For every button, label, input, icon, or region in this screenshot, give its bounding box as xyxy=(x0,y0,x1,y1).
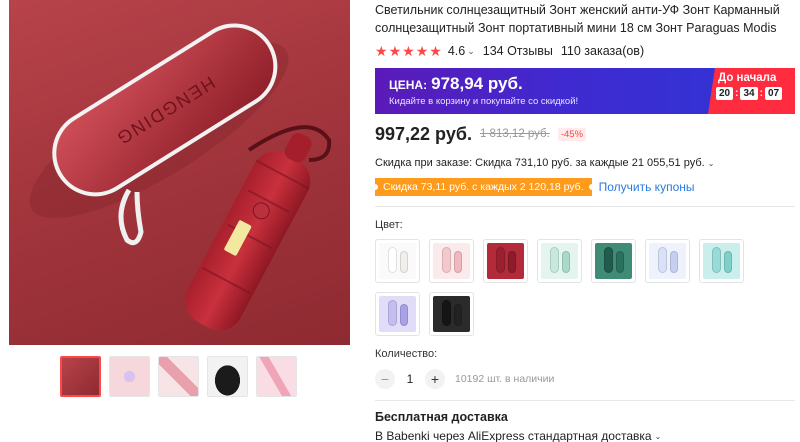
coupon-tag: Скидка 73,11 руб. с каждых 2 120,18 руб. xyxy=(375,178,592,196)
main-product-image[interactable]: HENGDING xyxy=(9,0,350,345)
umbrella-case-shape xyxy=(712,247,721,273)
umbrella-shape xyxy=(508,251,516,273)
current-price: 997,22 руб. xyxy=(375,123,472,144)
thumbnail-4-image xyxy=(208,357,247,396)
order-discount[interactable]: Скидка при заказе: Скидка 731,10 руб. за… xyxy=(375,157,795,169)
price-row: 997,22 руб. 1 813,12 руб. -45% xyxy=(375,123,795,145)
color-swatch-2[interactable] xyxy=(429,239,474,283)
star-icon: ★ xyxy=(402,43,415,59)
color-swatch-4[interactable] xyxy=(537,239,582,283)
color-swatch-5[interactable] xyxy=(591,239,636,283)
star-icon: ★ xyxy=(415,43,429,59)
umbrella-shape xyxy=(454,304,462,326)
chevron-down-icon: ⌄ xyxy=(654,431,662,441)
timer-hours: 20 xyxy=(716,87,734,100)
thumbnail-3-image xyxy=(159,357,198,396)
reviews-link[interactable]: 134 Отзывы xyxy=(483,44,553,58)
quantity-value[interactable]: 1 xyxy=(401,372,419,386)
rating-value[interactable]: 4.6 xyxy=(448,44,465,58)
delivery-title: Бесплатная доставка xyxy=(375,410,508,424)
color-swatch-image xyxy=(595,243,632,279)
color-swatches xyxy=(375,239,755,336)
delivery-subtitle: В Babenki через AliExpress стандартная д… xyxy=(375,429,652,442)
chevron-down-icon: ⌄ xyxy=(707,158,715,168)
umbrella-case-shape xyxy=(604,247,613,273)
product-title: Светильник солнцезащитный Зонт женский а… xyxy=(375,3,780,35)
umbrella-shape xyxy=(454,251,462,273)
umbrella-case-shape xyxy=(658,247,667,273)
countdown-timer: 20 : 34 : 07 xyxy=(716,87,795,100)
star-icon: ★ xyxy=(375,43,388,59)
color-label: Цвет: xyxy=(375,219,403,231)
old-price: 1 813,12 руб. xyxy=(479,128,550,140)
countdown-label: До начала xyxy=(718,72,777,84)
star-icon: ★ xyxy=(388,43,402,59)
color-swatch-8[interactable] xyxy=(375,292,420,336)
umbrella-case-shape xyxy=(388,300,397,326)
color-swatch-7[interactable] xyxy=(699,239,744,283)
thumbnail-2-image xyxy=(110,357,149,396)
chevron-down-icon[interactable]: ⌄ xyxy=(467,46,475,57)
color-swatch-image xyxy=(433,243,470,279)
timer-seconds: 07 xyxy=(764,87,783,100)
color-swatch-3[interactable] xyxy=(483,239,528,283)
color-swatch-9[interactable] xyxy=(429,292,474,336)
thumbnail-strip xyxy=(60,356,297,397)
orders-count: 110 заказа(ов) xyxy=(560,44,645,58)
product-info: Светильник солнцезащитный Зонт женский а… xyxy=(375,0,795,442)
promo-price-block: ЦЕНА: 978,94 руб. Кидайте в корзину и по… xyxy=(375,68,708,114)
umbrella-shape xyxy=(724,251,732,273)
umbrella-shape xyxy=(400,251,408,273)
timer-minutes: 34 xyxy=(740,87,758,100)
discount-badge: -45% xyxy=(557,127,587,141)
order-discount-text: Скидка при заказе: Скидка 731,10 руб. за… xyxy=(375,157,705,169)
color-swatch-image xyxy=(379,243,416,279)
thumbnail-1[interactable] xyxy=(60,356,101,397)
quantity-label: Количество: xyxy=(375,348,438,360)
color-swatch-image xyxy=(541,243,578,279)
thumbnail-3[interactable] xyxy=(158,356,199,397)
umbrella-shape xyxy=(616,251,624,273)
divider xyxy=(375,400,795,401)
timer-separator: : xyxy=(759,88,763,99)
countdown-block: До начала 20 : 34 : 07 xyxy=(708,68,795,114)
umbrella-shape xyxy=(400,304,408,326)
rating-row: ★ ★ ★ ★ ★ 4.6 ⌄ 134 Отзывы 110 заказа(ов… xyxy=(375,43,795,59)
promo-price-label: ЦЕНА: xyxy=(389,78,428,92)
promo-banner: ЦЕНА: 978,94 руб. Кидайте в корзину и по… xyxy=(375,68,795,114)
promo-subtitle: Кидайте в корзину и покупайте со скидкой… xyxy=(389,96,579,107)
thumbnail-2[interactable] xyxy=(109,356,150,397)
thumbnail-5-image xyxy=(257,357,296,396)
quantity-plus-button[interactable]: + xyxy=(425,369,445,389)
promo-price: 978,94 руб. xyxy=(431,74,523,93)
quantity-stepper: − 1 + 10192 шт. в наличии xyxy=(375,369,795,389)
get-coupons-link[interactable]: Получить купоны xyxy=(599,180,695,194)
umbrella-product-photo: HENGDING xyxy=(29,23,332,331)
divider xyxy=(375,206,795,207)
color-swatch-image xyxy=(487,243,524,279)
delivery-option[interactable]: В Babenki через AliExpress стандартная д… xyxy=(375,429,795,442)
quantity-minus-button[interactable]: − xyxy=(375,369,395,389)
umbrella-case-shape xyxy=(388,247,397,273)
umbrella-case-shape xyxy=(496,247,505,273)
umbrella-case-shape xyxy=(442,247,451,273)
umbrella-shape xyxy=(670,251,678,273)
color-swatch-image xyxy=(649,243,686,279)
stock-count: 10192 шт. в наличии xyxy=(455,373,555,385)
color-swatch-1[interactable] xyxy=(375,239,420,283)
color-swatch-6[interactable] xyxy=(645,239,690,283)
color-swatch-image xyxy=(433,296,470,332)
umbrella-case-shape xyxy=(550,247,559,273)
star-icon: ★ xyxy=(429,43,442,59)
umbrella-shape xyxy=(562,251,570,273)
color-swatch-image xyxy=(703,243,740,279)
coupon-row: Скидка 73,11 руб. с каждых 2 120,18 руб.… xyxy=(375,178,795,196)
thumbnail-5[interactable] xyxy=(256,356,297,397)
thumbnail-4[interactable] xyxy=(207,356,248,397)
timer-separator: : xyxy=(735,88,739,99)
color-swatch-image xyxy=(379,296,416,332)
thumbnail-1-image xyxy=(62,358,99,395)
rating-stars: ★ ★ ★ ★ ★ xyxy=(375,44,442,58)
umbrella-case-shape xyxy=(442,300,451,326)
